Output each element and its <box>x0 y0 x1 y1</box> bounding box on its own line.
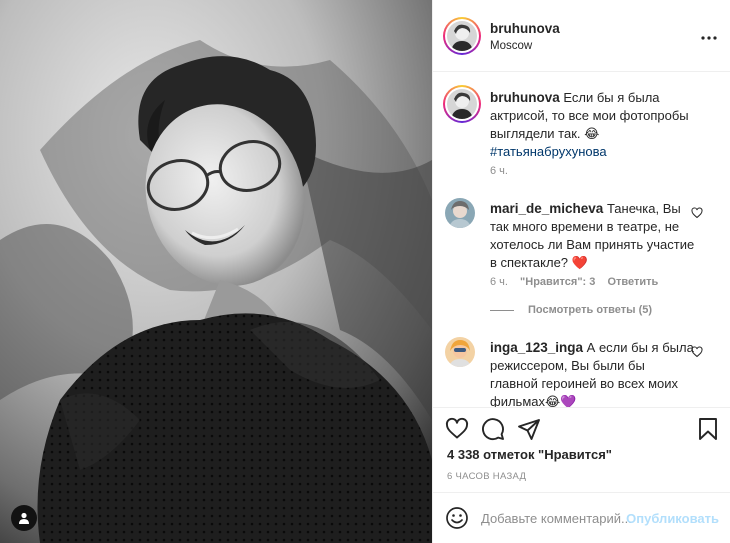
tagged-users-button[interactable] <box>11 505 37 531</box>
add-comment-section: Опубликовать <box>433 492 730 543</box>
smiley-icon <box>445 507 469 534</box>
paper-plane-icon <box>517 419 541 445</box>
commenter-username[interactable]: mari_de_micheva <box>490 201 603 216</box>
save-button[interactable] <box>696 417 720 441</box>
user-icon <box>18 512 30 524</box>
author-avatar-image <box>447 21 477 51</box>
view-replies-label: Посмотреть ответы (5) <box>528 304 653 316</box>
more-horizontal-icon <box>701 27 717 45</box>
post-timestamp: 6 ЧАСОВ НАЗАД <box>447 471 527 482</box>
author-username[interactable]: bruhunova <box>490 21 560 36</box>
post-header: bruhunova Moscow <box>433 0 730 72</box>
comment-text: mari_de_micheva Танечка, Вы так много вр… <box>490 200 695 272</box>
caption-timestamp: 6 ч. <box>490 165 508 177</box>
more-options-button[interactable] <box>701 28 717 44</box>
comment-text: inga_123_inga А если бы я была режиссеро… <box>490 339 695 407</box>
publish-button[interactable]: Опубликовать <box>626 511 719 526</box>
replies-divider-line <box>490 309 514 311</box>
caption-hashtag[interactable]: #татьянабрухунова <box>490 144 607 159</box>
emoji-button[interactable] <box>445 506 469 530</box>
commenter-avatar[interactable] <box>445 198 475 228</box>
likes-count[interactable]: 4 338 отметок "Нравится" <box>447 447 612 462</box>
reply-button[interactable]: Ответить <box>607 276 658 288</box>
post-photo-image <box>0 0 432 543</box>
heart-icon <box>691 345 703 362</box>
comment-like-button[interactable] <box>691 345 703 358</box>
view-replies-button[interactable]: Посмотреть ответы (5) <box>490 304 652 316</box>
post-side-panel: bruhunova Moscow bruhunova Если бы я был… <box>432 0 730 543</box>
heart-icon <box>445 417 469 445</box>
commenter-username[interactable]: inga_123_inga <box>490 340 583 355</box>
share-button[interactable] <box>517 417 541 441</box>
caption-avatar-image <box>447 89 477 119</box>
commenter-avatar[interactable] <box>445 337 475 367</box>
post-photo[interactable] <box>0 0 432 543</box>
author-avatar[interactable] <box>443 17 481 55</box>
comment-button[interactable] <box>481 417 505 441</box>
comment-like-count[interactable]: "Нравится": 3 <box>520 276 595 288</box>
caption-text: bruhunova Если бы я была актрисой, то вс… <box>490 89 715 161</box>
caption-author-avatar[interactable] <box>443 85 481 123</box>
comments-list[interactable]: bruhunova Если бы я была актрисой, то вс… <box>433 72 730 408</box>
comment-input[interactable] <box>481 507 631 529</box>
comment-meta: 6 ч. "Нравится": 3 Ответить <box>490 276 667 288</box>
caption-username[interactable]: bruhunova <box>490 90 560 105</box>
post-location[interactable]: Moscow <box>490 40 532 52</box>
comment-icon <box>481 418 505 445</box>
heart-icon <box>691 206 703 223</box>
post-actions-bar <box>433 408 730 448</box>
comment-like-button[interactable] <box>691 206 703 219</box>
bookmark-icon <box>696 418 720 445</box>
like-button[interactable] <box>445 417 469 441</box>
comment-timestamp: 6 ч. <box>490 276 508 288</box>
